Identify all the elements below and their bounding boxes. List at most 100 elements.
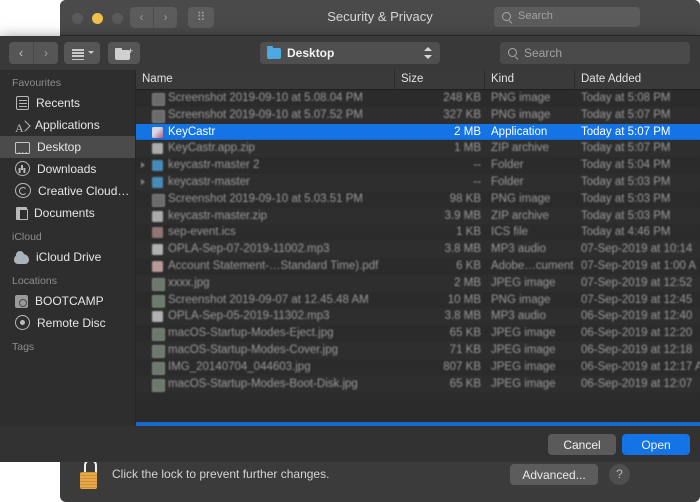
table-row[interactable]: IMG_20140704_044603.jpg 807 KB JPEG image 0… (136, 359, 700, 376)
cell-name: KeyCastr (168, 125, 216, 138)
cell-date: 06-Sep-2019 at 12:07 (581, 377, 693, 390)
open-button[interactable]: Open (622, 434, 690, 455)
table-row[interactable]: Screenshot 2019-09-10 at 5.07.52 PM 327 K… (136, 106, 700, 124)
sidebar-item-desktop[interactable]: Desktop (0, 136, 135, 158)
cell-name: Screenshot 2019-09-10 at 5.07.52 PM (168, 108, 363, 121)
cell-kind: JPEG image (491, 360, 556, 373)
file-type-icon (152, 344, 165, 358)
cancel-button[interactable]: Cancel (548, 434, 616, 455)
sidebar-item-recents[interactable]: Recents (0, 92, 135, 114)
advanced-button[interactable]: Advanced... (510, 464, 598, 485)
table-row[interactable]: macOS-Startup-Modes-Cover.jpg 71 KB JPEG i… (136, 341, 700, 359)
path-popup-button[interactable]: Desktop (260, 42, 440, 64)
cell-size: 10 MB (447, 293, 481, 306)
file-type-icon (152, 109, 165, 123)
cell-date: Today at 5:04 PM (581, 159, 671, 172)
cell-name: KeyCastr.app.zip (168, 142, 255, 155)
new-folder-button[interactable]: + (108, 42, 140, 64)
column-header-name[interactable]: Name (142, 73, 173, 85)
table-row[interactable]: Screenshot 2019-09-10 at 5.03.51 PM 98 KB… (136, 191, 700, 208)
column-divider[interactable] (574, 70, 575, 89)
navigate-forward-button[interactable]: › (33, 42, 58, 64)
desktop-icon (15, 139, 30, 158)
picker-sidebar[interactable]: Favourites Recents Applications Desktop Down… (0, 70, 136, 426)
cell-size: 2 MB (454, 125, 481, 138)
table-row[interactable]: KeyCastr.app.zip 1 MB ZIP archive Today at … (136, 140, 700, 158)
table-row[interactable]: OPLA-Sep-07-2019-11002.mp3 3.8 MB MP3 audi… (136, 241, 700, 258)
cell-date: Today at 5:03 PM (581, 209, 671, 222)
table-row[interactable]: keycastr-master -- Folder Today at 5:03 PM (136, 173, 700, 191)
file-rows[interactable]: Screenshot 2019-09-10 at 5.08.04 PM 248 K… (136, 90, 700, 393)
column-header-size[interactable]: Size (401, 73, 423, 85)
file-type-icon (152, 294, 165, 308)
cell-size: 3.8 MB (444, 310, 481, 323)
sidebar-section-header: Favourites (12, 77, 62, 89)
sidebar-item-documents[interactable]: Documents (0, 202, 135, 224)
table-row[interactable]: KeyCastr 2 MB Application Today at 5:07 PM (136, 123, 700, 141)
prefs-search-field[interactable]: Search (494, 7, 640, 27)
cell-name: xxxx.jpg (168, 276, 210, 289)
cell-date: 06-Sep-2019 at 12:17 A (581, 360, 700, 373)
file-type-icon (152, 126, 163, 138)
help-button[interactable]: ? (609, 464, 630, 485)
file-type-icon (152, 210, 163, 222)
sidebar-item-label: iCloud Drive (36, 250, 102, 264)
navigate-back-button[interactable]: ‹ (9, 42, 33, 64)
table-row[interactable]: OPLA-Sep-05-2019-11302.mp3 3.8 MB MP3 audi… (136, 308, 700, 326)
prefs-lock-row: Click the lock to prevent further change… (60, 455, 700, 502)
sidebar-item-creative-cloud[interactable]: Creative Cloud… (0, 180, 135, 202)
disclosure-triangle-icon[interactable] (141, 162, 145, 169)
file-type-icon (152, 244, 163, 256)
cell-size: 327 KB (443, 108, 481, 121)
cell-date: Today at 5:07 PM (581, 108, 671, 121)
table-row[interactable]: Screenshot 2019-09-07 at 12.45.48 AM 10 M… (136, 292, 700, 309)
sidebar-item-icloud-drive[interactable]: iCloud Drive (0, 246, 135, 268)
table-row[interactable]: Screenshot 2019-09-10 at 5.08.04 PM 248 K… (136, 90, 700, 107)
file-type-icon (152, 93, 165, 106)
disclosure-triangle-icon[interactable] (141, 178, 145, 185)
sidebar-item-remote-disc[interactable]: Remote Disc (0, 312, 135, 334)
cell-date: Today at 5:07 PM (581, 125, 671, 138)
table-row[interactable]: Account Statement-…Standard Time).pdf 6 K… (136, 258, 700, 275)
unlocked-padlock-icon[interactable] (80, 459, 102, 489)
table-row[interactable]: keycastr-master.zip 3.9 MB ZIP archive Toda… (136, 207, 700, 225)
cell-name: keycastr-master.zip (168, 209, 268, 222)
cell-kind: PNG image (491, 192, 551, 205)
table-row[interactable]: macOS-Startup-Modes-Eject.jpg 65 KB JPEG i… (136, 325, 700, 342)
cell-size: 2 MB (454, 276, 481, 289)
file-list[interactable]: Name Size Kind Date Added Screenshot 2019-0… (136, 70, 700, 426)
table-row[interactable]: sep-event.ics 1 KB ICS file Today at 4:46 P… (136, 224, 700, 241)
cell-date: 07-Sep-2019 at 12:52 (581, 276, 693, 289)
cell-date: 07-Sep-2019 at 1:00 A (581, 259, 697, 272)
table-row[interactable]: macOS-Startup-Modes-Boot-Disk.jpg 65 KB JP… (136, 375, 700, 393)
sidebar-item-label: Recents (36, 96, 81, 110)
cell-name: macOS-Startup-Modes-Boot-Disk.jpg (168, 377, 358, 390)
file-type-icon (152, 311, 163, 323)
sidebar-item-downloads[interactable]: Downloads (0, 158, 135, 180)
sidebar-section-header: Tags (12, 341, 35, 353)
sidebar-item-bootcamp[interactable]: BOOTCAMP (0, 290, 135, 312)
screenshot-root: ‹ › ⠿ Security & Privacy Search Click th… (0, 0, 700, 502)
cell-kind: ZIP archive (491, 142, 549, 155)
cell-size: 65 KB (449, 327, 481, 340)
column-headers[interactable]: Name Size Kind Date Added (136, 70, 700, 90)
cell-date: 06-Sep-2019 at 12:20 (581, 327, 693, 340)
file-type-icon (152, 361, 165, 375)
column-divider[interactable] (394, 70, 395, 89)
picker-search-input[interactable]: Search (500, 42, 690, 64)
column-header-kind[interactable]: Kind (491, 73, 514, 85)
column-divider[interactable] (484, 70, 485, 89)
applications-icon (15, 117, 28, 136)
chevron-down-icon (88, 51, 94, 54)
table-row[interactable]: keycastr-master 2 -- Folder Today at 5:04 P… (136, 157, 700, 174)
cell-kind: Application (491, 125, 548, 138)
column-header-date-added[interactable]: Date Added (581, 73, 641, 85)
cell-kind: MP3 audio (491, 243, 546, 256)
sidebar-section-header: iCloud (12, 231, 42, 243)
cell-date: 07-Sep-2019 at 10:14 (581, 243, 693, 256)
cell-name: sep-event.ics (168, 226, 236, 239)
hard-disk-icon (15, 295, 28, 308)
view-options-button[interactable] (64, 42, 100, 64)
table-row[interactable]: xxxx.jpg 2 MB JPEG image 07-Sep-2019 at 12:… (136, 274, 700, 292)
sidebar-item-applications[interactable]: Applications (0, 114, 135, 136)
